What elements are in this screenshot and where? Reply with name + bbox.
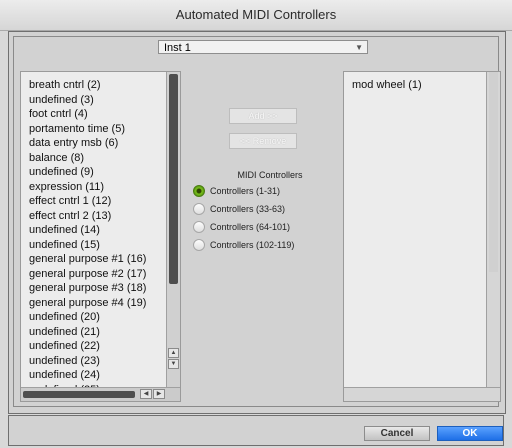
scroll-up-arrow-icon[interactable]: ▲ — [168, 348, 179, 358]
cancel-button[interactable]: Cancel — [364, 426, 430, 441]
scroll-right-arrow-icon[interactable]: ▶ — [153, 389, 165, 399]
instrument-dropdown[interactable]: Inst 1 ▼ — [158, 40, 368, 54]
list-item[interactable]: undefined (9) — [21, 165, 146, 180]
list-item[interactable]: expression (11) — [21, 180, 146, 195]
list-item[interactable]: undefined (3) — [21, 93, 146, 108]
list-item[interactable]: mod wheel (1) — [344, 78, 422, 93]
list-item[interactable]: general purpose #2 (17) — [21, 267, 146, 282]
list-item[interactable]: general purpose #1 (16) — [21, 252, 146, 267]
scroll-down-arrow-icon[interactable]: ▼ — [168, 359, 179, 369]
list-item[interactable]: undefined (14) — [21, 223, 146, 238]
left-list-horizontal-scrollbar[interactable]: ◀ ▶ — [21, 387, 180, 401]
list-item[interactable]: data entry msb (6) — [21, 136, 146, 151]
list-item[interactable]: general purpose #3 (18) — [21, 281, 146, 296]
scroll-thumb[interactable] — [23, 391, 135, 398]
window-title: Automated MIDI Controllers — [0, 0, 512, 31]
radio-icon[interactable] — [193, 221, 205, 233]
radio-icon[interactable] — [193, 203, 205, 215]
list-item[interactable]: effect cntrl 2 (13) — [21, 209, 146, 224]
instrument-dropdown-value: Inst 1 — [164, 42, 191, 54]
right-list-vertical-scrollbar[interactable] — [486, 72, 500, 387]
available-controllers-list[interactable]: breath cntrl (2) undefined (3) foot cntr… — [20, 71, 181, 402]
list-item[interactable]: undefined (15) — [21, 238, 146, 253]
scroll-thumb[interactable] — [169, 74, 178, 284]
scroll-left-arrow-icon[interactable]: ◀ — [140, 389, 152, 399]
list-item[interactable]: undefined (23) — [21, 354, 146, 369]
radio-label: Controllers (33-63) — [210, 204, 286, 214]
list-item[interactable]: undefined (20) — [21, 310, 146, 325]
radio-label: Controllers (102-119) — [210, 240, 295, 250]
list-item[interactable]: general purpose #4 (19) — [21, 296, 146, 311]
midi-controllers-group-title: MIDI Controllers — [237, 170, 303, 180]
radio-label: Controllers (64-101) — [210, 222, 291, 232]
list-item[interactable]: effect cntrl 1 (12) — [21, 194, 146, 209]
radio-label: Controllers (1-31) — [210, 186, 281, 196]
right-list-horizontal-scrollbar[interactable] — [344, 387, 500, 401]
list-item[interactable]: balance (8) — [21, 151, 146, 166]
left-list-vertical-scrollbar[interactable]: ▲ ▼ — [166, 72, 180, 387]
automated-controllers-list[interactable]: mod wheel (1) — [343, 71, 501, 402]
list-item[interactable]: undefined (21) — [21, 325, 146, 340]
chevron-down-icon: ▼ — [355, 43, 363, 52]
remove-button[interactable]: << Remove — [229, 133, 297, 149]
ok-button[interactable]: OK — [437, 426, 503, 441]
scroll-track — [489, 72, 498, 272]
list-item[interactable]: portamento time (5) — [21, 122, 146, 137]
add-button[interactable]: Add >> — [229, 108, 297, 124]
radio-icon[interactable] — [193, 239, 205, 251]
list-item[interactable]: foot cntrl (4) — [21, 107, 146, 122]
list-item[interactable]: undefined (24) — [21, 368, 146, 383]
radio-selected-icon[interactable] — [193, 185, 205, 197]
list-item[interactable]: breath cntrl (2) — [21, 78, 146, 93]
list-item[interactable]: undefined (22) — [21, 339, 146, 354]
